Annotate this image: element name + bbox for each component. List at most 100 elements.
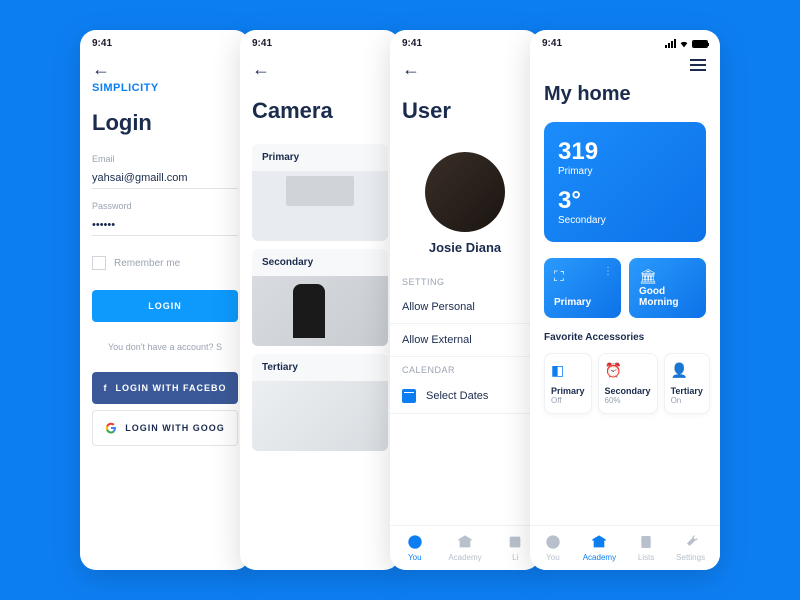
setting-allow-external[interactable]: Allow External xyxy=(390,324,540,357)
calendar-icon xyxy=(402,389,416,403)
user-avatar[interactable] xyxy=(425,152,505,232)
user-name: Josie Diana xyxy=(390,240,540,269)
tile-label: Good Morning xyxy=(639,286,696,308)
menu-button[interactable] xyxy=(676,57,720,73)
academy-icon xyxy=(457,534,473,550)
camera-image xyxy=(252,276,388,346)
nav-you[interactable]: You xyxy=(545,534,561,562)
no-account-text[interactable]: You don't have a account? S xyxy=(80,328,250,366)
remember-me-row[interactable]: Remember me xyxy=(80,242,250,284)
camera-card-primary[interactable]: Primary xyxy=(252,144,388,241)
nav-label: You xyxy=(546,553,560,562)
facebook-icon: f xyxy=(104,383,108,393)
page-title: My home xyxy=(530,73,720,116)
email-field-group: Email xyxy=(80,148,250,195)
nav-settings[interactable]: Settings xyxy=(676,534,705,562)
hero-label-1: Primary xyxy=(558,166,692,177)
user-icon xyxy=(545,534,561,550)
facebook-login-button[interactable]: f LOGIN WITH FACEBO xyxy=(92,372,238,404)
bottom-nav: You Academy Lists Settings xyxy=(530,525,720,570)
password-field-group: Password xyxy=(80,195,250,242)
select-dates-label: Select Dates xyxy=(426,390,488,402)
list-icon xyxy=(638,534,654,550)
battery-icon xyxy=(692,40,708,48)
bank-icon: 🏛 xyxy=(639,268,696,285)
fav-status: Off xyxy=(551,396,585,405)
fav-name: Secondary xyxy=(605,386,651,396)
status-time: 9:41 xyxy=(542,38,562,49)
signal-icon xyxy=(665,39,676,48)
card-label: Tertiary xyxy=(252,354,388,381)
action-tiles: ⋮ ⛶ Primary 🏛 Good Morning xyxy=(530,248,720,328)
hero-stats-card[interactable]: 319 Primary 3° Secondary xyxy=(544,122,706,242)
google-label: LOGIN WITH GOOG xyxy=(125,423,225,433)
brand-label: SIMPLICITY xyxy=(80,82,250,94)
favorites-heading: Favorite Accessories xyxy=(530,328,720,347)
status-bar: 9:41 xyxy=(390,30,540,57)
nav-label: Settings xyxy=(676,553,705,562)
clock-icon: ⏰ xyxy=(605,362,623,380)
list-icon xyxy=(507,534,523,550)
user-icon xyxy=(407,534,423,550)
page-title: Login xyxy=(80,94,250,148)
back-button[interactable]: ← xyxy=(390,57,540,82)
password-label: Password xyxy=(92,201,238,211)
wifi-icon xyxy=(679,39,689,49)
page-title: User xyxy=(390,82,540,136)
login-button[interactable]: LOGIN xyxy=(92,290,238,322)
nav-label: Li xyxy=(512,553,518,562)
hero-label-2: Secondary xyxy=(558,215,692,226)
select-dates-row[interactable]: Select Dates xyxy=(390,379,540,414)
fav-primary[interactable]: ◧ Primary Off xyxy=(544,353,592,414)
hero-value-2: 3° xyxy=(558,187,692,215)
back-button[interactable]: ← xyxy=(80,57,250,82)
calendar-section-label: CALENDAR xyxy=(390,357,540,379)
status-bar: 9:41 xyxy=(240,30,400,57)
fav-status: 60% xyxy=(605,396,651,405)
nav-label: You xyxy=(408,553,422,562)
fav-secondary[interactable]: ⏰ Secondary 60% xyxy=(598,353,658,414)
status-bar: 9:41 xyxy=(80,30,250,57)
google-login-button[interactable]: LOGIN WITH GOOG xyxy=(92,410,238,446)
settings-section-label: SETTING xyxy=(390,269,540,291)
nav-label: Lists xyxy=(638,553,654,562)
setting-allow-personal[interactable]: Allow Personal xyxy=(390,291,540,324)
nav-lists[interactable]: Lists xyxy=(638,534,654,562)
fav-name: Primary xyxy=(551,386,585,396)
card-label: Secondary xyxy=(252,249,388,276)
remember-label: Remember me xyxy=(114,258,180,269)
home-screen: 9:41 My home 319 Primary 3° Secondary ⋮ … xyxy=(530,30,720,570)
google-icon xyxy=(105,422,117,434)
email-label: Email xyxy=(92,154,238,164)
fav-status: On xyxy=(671,396,703,405)
nav-you[interactable]: You xyxy=(407,534,423,562)
password-input[interactable] xyxy=(92,215,238,236)
fav-tertiary[interactable]: 👤 Tertiary On xyxy=(664,353,710,414)
status-time: 9:41 xyxy=(92,38,112,49)
remember-checkbox[interactable] xyxy=(92,256,106,270)
login-screen: 9:41 ← SIMPLICITY Login Email Password R… xyxy=(80,30,250,570)
camera-card-secondary[interactable]: Secondary xyxy=(252,249,388,346)
page-title: Camera xyxy=(240,82,400,136)
camera-image xyxy=(252,381,388,451)
nav-academy[interactable]: Academy xyxy=(583,534,616,562)
favorites-row: ◧ Primary Off ⏰ Secondary 60% 👤 Tertiary… xyxy=(530,347,720,420)
status-time: 9:41 xyxy=(252,38,272,49)
fav-name: Tertiary xyxy=(671,386,703,396)
back-button[interactable]: ← xyxy=(240,57,400,82)
status-time: 9:41 xyxy=(402,38,422,49)
bottom-nav: You Academy Li xyxy=(390,525,540,570)
nav-academy[interactable]: Academy xyxy=(448,534,481,562)
wallet-icon: ◧ xyxy=(551,362,569,380)
nav-lists[interactable]: Li xyxy=(507,534,523,562)
tile-primary[interactable]: ⋮ ⛶ Primary xyxy=(544,258,621,318)
wrench-icon xyxy=(683,534,699,550)
nav-label: Academy xyxy=(448,553,481,562)
camera-card-tertiary[interactable]: Tertiary xyxy=(252,354,388,451)
status-bar: 9:41 xyxy=(530,30,720,57)
tile-greeting[interactable]: 🏛 Good Morning xyxy=(629,258,706,318)
card-label: Primary xyxy=(252,144,388,171)
email-input[interactable] xyxy=(92,168,238,189)
more-icon[interactable]: ⋮ xyxy=(603,266,613,277)
user-screen: 9:41 ← User Josie Diana SETTING Allow Pe… xyxy=(390,30,540,570)
